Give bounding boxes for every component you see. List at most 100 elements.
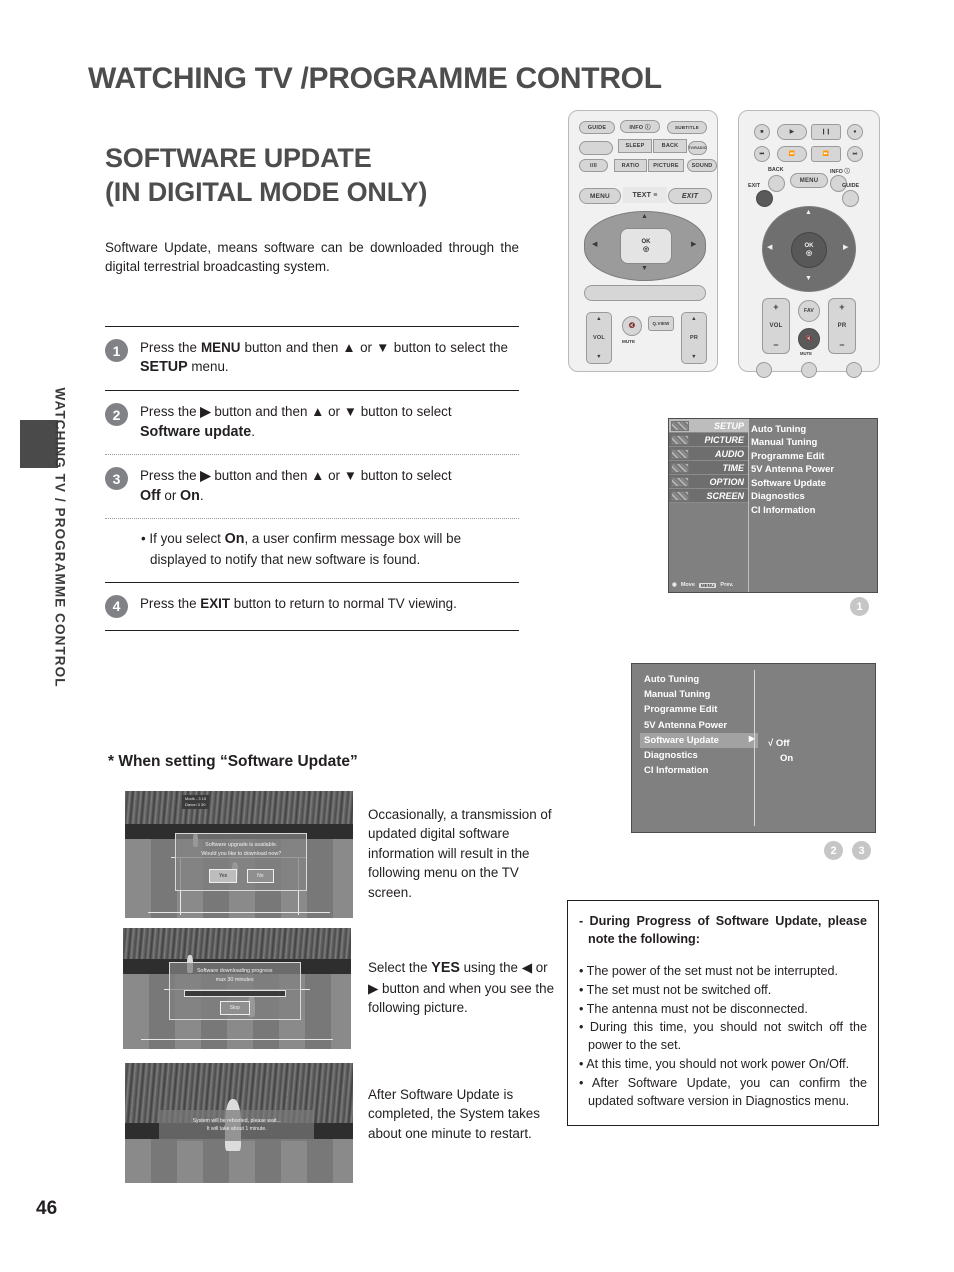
when-setting-heading: * When setting “Software Update” [108, 753, 358, 770]
step-3: 3 Press the ▶ button and then ▲ or ▼ but… [105, 455, 519, 518]
tv-dialog-yes-button[interactable]: Yes [208, 869, 238, 884]
pr-minus-icon: − [839, 340, 845, 350]
remote-button-text[interactable]: TEXT ≡ [623, 187, 667, 203]
osd2-option-off[interactable]: √ Off [768, 736, 793, 751]
step-number: 4 [105, 594, 128, 618]
remote-button-mute[interactable]: 🔇 [622, 316, 642, 336]
remote-button-vol[interactable]: + VOL − [762, 298, 790, 354]
remote-button-back[interactable]: BACK [653, 139, 687, 153]
setup-icon [671, 421, 689, 431]
osd-item-diagnostics[interactable]: Diagnostics [751, 490, 834, 503]
remote-button-fast-forward[interactable]: ⏩ [811, 146, 841, 162]
move-icon: ◉ [672, 582, 677, 588]
tv-dialog-no-button[interactable]: No [247, 869, 274, 884]
tv-dialog-upgrade: Software upgrade is available. Would you… [175, 832, 308, 892]
remote-button-pr[interactable]: + PR − [828, 298, 856, 354]
divider [105, 629, 519, 631]
remote-button-guide[interactable]: GUIDE [579, 121, 615, 134]
osd-tab-setup[interactable]: SETUP [669, 419, 748, 433]
page-number: 46 [36, 1198, 58, 1219]
remote-button-play[interactable]: ▶ [777, 124, 807, 140]
remote-label-guide: GUIDE [842, 183, 860, 189]
remote-button-num-3[interactable] [846, 362, 862, 378]
dpad-down-icon: ▼ [805, 275, 812, 282]
caution-item: • The antenna must not be disconnected. [579, 1001, 808, 1016]
remote-button-ok[interactable]: OK ◎ [620, 228, 672, 264]
remote-button-guide[interactable] [842, 190, 859, 207]
caution-item: • The set must not be switched off. [579, 982, 772, 997]
osd2-item-ci-information[interactable]: CI Information [640, 763, 758, 778]
remote-button-menu[interactable]: MENU [790, 173, 828, 188]
remote-button-sound[interactable]: SOUND [687, 159, 717, 172]
remote-button-mute[interactable]: 🔇 [798, 328, 820, 350]
osd-tab-audio[interactable]: AUDIO [669, 447, 748, 461]
osd2-item-diagnostics[interactable]: Diagnostics [640, 748, 758, 763]
remote-button-num-2[interactable] [801, 362, 817, 378]
remote-button-menu[interactable]: MENU [579, 188, 621, 204]
remote-control-1: GUIDE INFO ⓘ SUBTITLE SLEEP BACK TV/RADI… [568, 110, 718, 372]
remote-button-sleep[interactable]: SLEEP [618, 139, 652, 153]
osd-item-ci-information[interactable]: CI Information [751, 504, 834, 517]
osd2-item-software-update[interactable]: Software Update ▶ [640, 732, 758, 748]
osd-tab-screen[interactable]: SCREEN [669, 489, 748, 503]
remote-label-info: INFO ⓘ [830, 169, 850, 175]
osd-item-5v-antenna-power[interactable]: 5V Antenna Power [751, 463, 834, 476]
remote-button-skip-forward[interactable]: ⏭ [847, 146, 863, 162]
osd-item-manual-tuning[interactable]: Manual Tuning [751, 436, 834, 449]
remote-button-pr[interactable]: ▲ PR ▼ [681, 312, 707, 364]
time-icon [671, 463, 689, 473]
step-text: Press the EXIT button to return to norma… [140, 595, 457, 611]
remote-button-simplink[interactable] [579, 141, 613, 155]
remote-button-rewind[interactable]: ⏪ [777, 146, 807, 162]
page-title-line2: (IN DIGITAL MODE ONLY) [105, 176, 428, 207]
osd-tab-picture[interactable]: PICTURE [669, 433, 748, 447]
osd-item-programme-edit[interactable]: Programme Edit [751, 450, 834, 463]
remote-button-vol[interactable]: ▲ VOL ▼ [586, 312, 612, 364]
step-marker-3: 3 [852, 841, 871, 860]
remote-button-i-ii[interactable]: I/II [579, 159, 608, 172]
tv-dialog-download-progress: Software downloading progress max 30 min… [168, 961, 301, 1020]
remote-button-qview[interactable]: Q.VIEW [648, 316, 674, 331]
osd-item-software-update[interactable]: Software Update [751, 477, 834, 490]
step-number: 1 [105, 339, 128, 362]
remote-colour-button-row[interactable] [584, 285, 706, 301]
osd2-item-5v-antenna-power[interactable]: 5V Antenna Power [640, 718, 758, 733]
remote-button-exit[interactable] [756, 190, 773, 207]
remote-button-fav[interactable]: FAV [798, 300, 820, 322]
remote-label-exit: EXIT [748, 183, 760, 189]
remote-button-back[interactable] [768, 175, 785, 192]
step-marker-1: 1 [850, 597, 869, 616]
remote-button-tv-radio[interactable]: TV/RADIO [688, 141, 707, 155]
remote-control-2: ■ ▶ ❙❙ ● ⏮ ⏪ ⏩ ⏭ BACK MENU INFO ⓘ EXIT G… [738, 110, 880, 378]
remote-button-exit[interactable]: EXIT [668, 188, 712, 204]
remote-button-record[interactable]: ● [847, 124, 863, 140]
osd2-item-auto-tuning[interactable]: Auto Tuning [640, 672, 758, 687]
step-text: Press the MENU button and then ▲ or ▼ bu… [140, 340, 508, 376]
remote-button-pause[interactable]: ❙❙ [811, 124, 841, 140]
osd2-item-manual-tuning[interactable]: Manual Tuning [640, 687, 758, 702]
tv-dialog-stop-button[interactable]: Stop [219, 1000, 250, 1015]
osd-tab-option[interactable]: OPTION [669, 475, 748, 489]
osd2-item-programme-edit[interactable]: Programme Edit [640, 702, 758, 717]
remote-button-stop[interactable]: ■ [754, 124, 770, 140]
osd-software-update-menu: Auto Tuning Manual Tuning Programme Edit… [631, 663, 876, 833]
tv-description-1: Occasionally, a transmission of updated … [368, 807, 552, 900]
remote-button-num-1[interactable] [756, 362, 772, 378]
osd-tab-column: SETUP PICTURE AUDIO TIME OPTION SCREEN [669, 419, 749, 592]
vol-minus-icon: − [773, 340, 779, 350]
caution-item: • During this time, you should not switc… [579, 1020, 867, 1053]
scorebug: Modk - 3 15 Davon 3 30 [182, 794, 210, 809]
page-title: SOFTWARE UPDATE (IN DIGITAL MODE ONLY) [105, 142, 575, 210]
side-tab-label: WATCHING TV / PROGRAMME CONTROL [52, 387, 68, 688]
remote-button-ok[interactable]: OK ◎ [791, 232, 827, 268]
remote-button-skip-back[interactable]: ⏮ [754, 146, 770, 162]
remote-button-subtitle[interactable]: SUBTITLE [667, 121, 707, 134]
osd2-option-on[interactable]: On [768, 751, 793, 766]
dpad-up-icon: ▲ [641, 213, 648, 220]
remote-label-mute: MUTE [800, 351, 812, 356]
remote-button-ratio[interactable]: RATIO [614, 159, 647, 172]
remote-button-info[interactable]: INFO ⓘ [620, 120, 660, 133]
remote-button-picture[interactable]: PICTURE [648, 159, 684, 172]
osd-tab-time[interactable]: TIME [669, 461, 748, 475]
osd-item-auto-tuning[interactable]: Auto Tuning [751, 423, 834, 436]
